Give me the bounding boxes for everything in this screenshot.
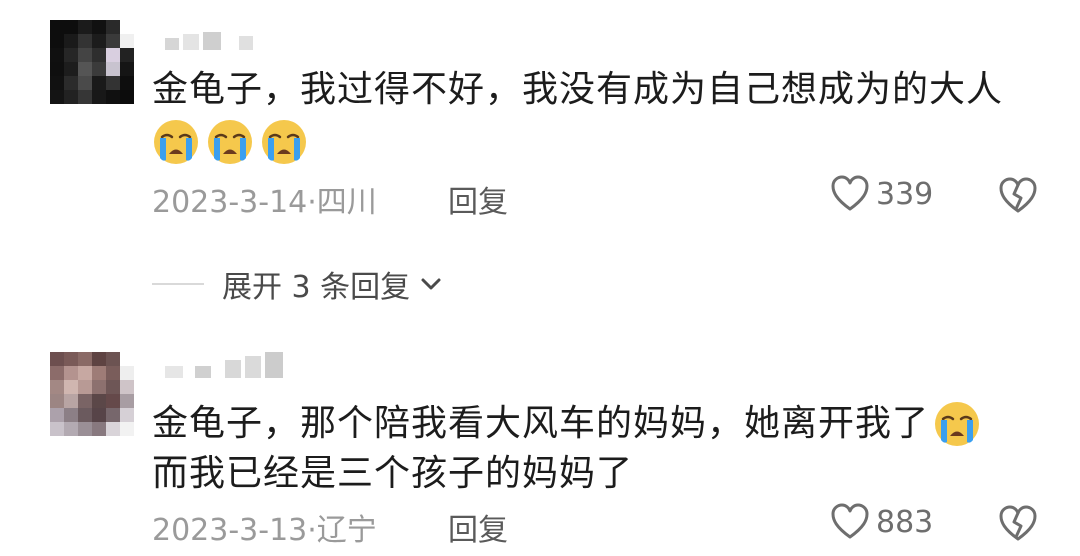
expand-replies-button[interactable]: 展开 3 条回复 — [152, 262, 444, 306]
reply-button[interactable]: 回复 — [448, 177, 508, 221]
broken-heart-icon[interactable] — [998, 176, 1038, 216]
like-count: 339 — [876, 176, 934, 212]
comment-text-line: 金龟子，那个陪我看大风车的妈妈，她离开我了 — [152, 400, 1052, 448]
avatar[interactable] — [50, 20, 134, 104]
reply-button[interactable]: 回复 — [448, 505, 508, 549]
comment-text: 金龟子，我过得不好，我没有成为自己想成为的大人 — [152, 66, 1052, 166]
username-blurred[interactable] — [165, 30, 253, 50]
loudly-crying-face-emoji — [152, 118, 200, 166]
comment-date-location: 2023-3-13·辽宁 — [152, 513, 377, 548]
comment-text-line: 金龟子，我过得不好，我没有成为自己想成为的大人 — [152, 69, 1004, 110]
comment-date-location: 2023-3-14·四川 — [152, 185, 377, 220]
expand-replies-label: 展开 3 条回复 — [222, 270, 411, 305]
like-button[interactable]: 883 — [830, 502, 933, 542]
comment-text-line2: 而我已经是三个孩子的妈妈了 — [152, 453, 634, 494]
loudly-crying-face-emoji — [260, 118, 308, 166]
loudly-crying-face-emoji — [206, 118, 254, 166]
avatar[interactable] — [50, 352, 134, 436]
username-blurred[interactable] — [165, 352, 283, 378]
comment-text-line1: 金龟子，那个陪我看大风车的妈妈，她离开我了 — [152, 403, 930, 444]
chevron-down-icon — [421, 278, 441, 290]
heart-outline-icon — [831, 175, 869, 211]
loudly-crying-face-emoji — [933, 400, 981, 448]
like-button[interactable]: 339 — [830, 174, 933, 214]
broken-heart-icon[interactable] — [998, 504, 1038, 544]
like-count: 883 — [876, 504, 934, 540]
heart-outline-icon — [831, 503, 869, 539]
divider-line — [152, 283, 204, 285]
emoji-row — [152, 118, 1052, 166]
comment-text: 金龟子，那个陪我看大风车的妈妈，她离开我了 而我已经是三个孩子的妈妈了 — [152, 400, 1052, 498]
